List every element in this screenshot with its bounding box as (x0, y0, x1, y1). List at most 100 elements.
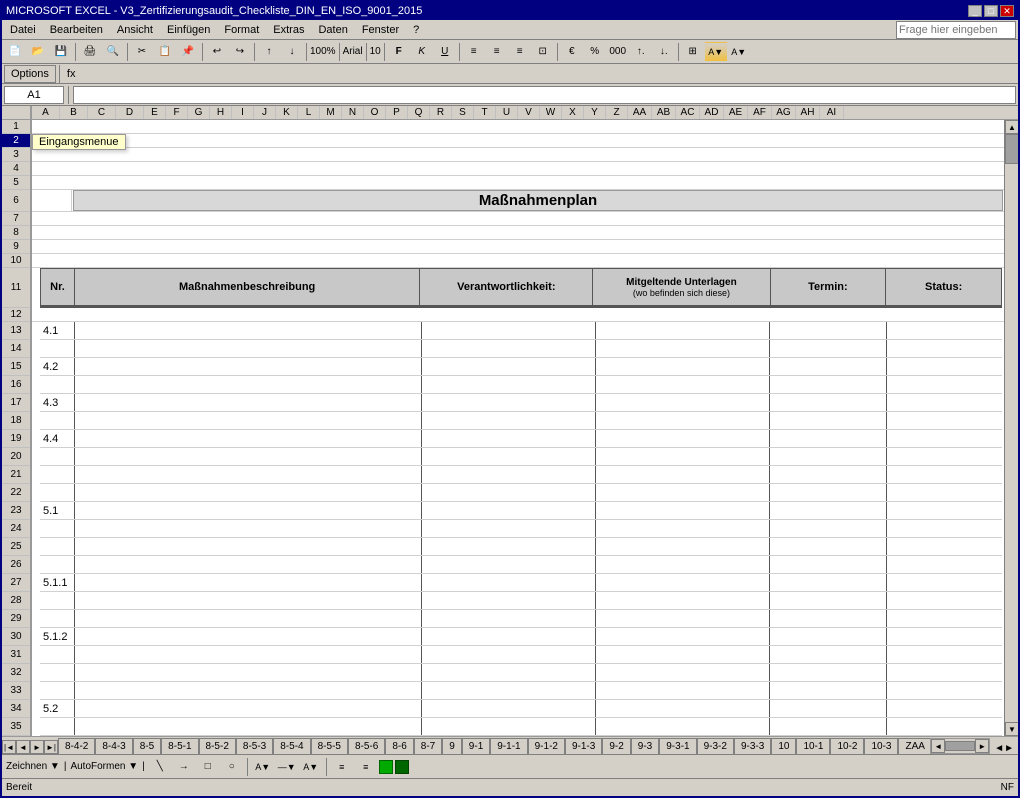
termin-cell-28[interactable] (770, 592, 886, 609)
nr-cell-14[interactable] (40, 340, 75, 357)
desc-cell-17[interactable] (75, 394, 422, 411)
termin-cell-27[interactable] (770, 574, 886, 591)
col-x[interactable]: X (562, 106, 584, 119)
menu-help[interactable]: ? (407, 22, 425, 38)
desc-cell-16[interactable] (75, 376, 422, 393)
mitgel-cell-19[interactable] (596, 430, 770, 447)
termin-cell-32[interactable] (770, 664, 886, 681)
mitgel-cell-21[interactable] (596, 466, 770, 483)
termin-cell-22[interactable] (770, 484, 886, 501)
verant-cell-35[interactable] (422, 718, 596, 735)
mitgel-cell-26[interactable] (596, 556, 770, 573)
sheet-tab-842[interactable]: 8-4-2 (58, 738, 95, 754)
rn-10[interactable]: 10 (2, 254, 30, 268)
nr-cell-23[interactable]: 5.1 (40, 502, 75, 519)
status-cell-35[interactable] (887, 718, 1002, 735)
termin-cell-29[interactable] (770, 610, 886, 627)
rn-23[interactable]: 23 (2, 502, 30, 520)
desc-cell-15[interactable] (75, 358, 422, 375)
status-cell-14[interactable] (887, 340, 1002, 357)
col-ac[interactable]: AC (676, 106, 700, 119)
close-button[interactable]: ✕ (1000, 5, 1014, 17)
termin-cell-16[interactable] (770, 376, 886, 393)
verant-cell-33[interactable] (422, 682, 596, 699)
fill-color2[interactable]: A▼ (252, 757, 274, 777)
verant-cell-30[interactable] (422, 628, 596, 645)
col-ae[interactable]: AE (724, 106, 748, 119)
rn-7[interactable]: 7 (2, 212, 30, 226)
desc-cell-14[interactable] (75, 340, 422, 357)
tab-nav-next[interactable]: ► (30, 740, 44, 754)
options-button[interactable]: Options (4, 65, 56, 83)
nr-cell-35[interactable] (40, 718, 75, 735)
col-h[interactable]: H (210, 106, 232, 119)
scroll-down[interactable]: ▼ (1005, 722, 1018, 736)
desc-cell-34[interactable] (75, 700, 422, 717)
col-z[interactable]: Z (606, 106, 628, 119)
status-cell-28[interactable] (887, 592, 1002, 609)
vscrollbar[interactable]: ▲ ▼ (1004, 120, 1018, 736)
rn-32[interactable]: 32 (2, 664, 30, 682)
status-cell-26[interactable] (887, 556, 1002, 573)
hscroll-left[interactable]: ◄ (931, 739, 945, 753)
termin-cell-25[interactable] (770, 538, 886, 555)
merge-btn[interactable]: ⊡ (532, 42, 554, 62)
hscroll-right[interactable]: ► (975, 739, 989, 753)
status-cell-31[interactable] (887, 646, 1002, 663)
menu-einfügen[interactable]: Einfügen (161, 22, 216, 38)
col-af[interactable]: AF (748, 106, 772, 119)
verant-cell-29[interactable] (422, 610, 596, 627)
menu-bearbeiten[interactable]: Bearbeiten (44, 22, 109, 38)
font-color2[interactable]: A▼ (300, 757, 322, 777)
sheet-tab-933[interactable]: 9-3-3 (734, 738, 771, 754)
copy-button[interactable]: 📋 (154, 42, 176, 62)
rn-1[interactable]: 1 (2, 120, 30, 134)
termin-cell-14[interactable] (770, 340, 886, 357)
mitgel-cell-22[interactable] (596, 484, 770, 501)
menu-ansicht[interactable]: Ansicht (111, 22, 159, 38)
print-button[interactable]: 🖨 (79, 42, 101, 62)
rn-31[interactable]: 31 (2, 646, 30, 664)
status-cell-16[interactable] (887, 376, 1002, 393)
sort-desc[interactable]: ↓ (281, 42, 303, 62)
termin-cell-33[interactable] (770, 682, 886, 699)
verant-cell-16[interactable] (422, 376, 596, 393)
rn-15[interactable]: 15 (2, 358, 30, 376)
desc-cell-26[interactable] (75, 556, 422, 573)
minimize-button[interactable]: _ (968, 5, 982, 17)
desc-cell-28[interactable] (75, 592, 422, 609)
rn-24[interactable]: 24 (2, 520, 30, 538)
nr-cell-21[interactable] (40, 466, 75, 483)
dec-inc[interactable]: ↑. (630, 42, 652, 62)
currency-btn[interactable]: € (561, 42, 583, 62)
rn-12[interactable]: 12 (2, 308, 30, 322)
rn-14[interactable]: 14 (2, 340, 30, 358)
rn-25[interactable]: 25 (2, 538, 30, 556)
underline-button[interactable]: U (434, 42, 456, 62)
verant-cell-20[interactable] (422, 448, 596, 465)
sheet-tab-856[interactable]: 8-5-6 (348, 738, 385, 754)
sheet-tab-932[interactable]: 9-3-2 (697, 738, 734, 754)
col-aa[interactable]: AA (628, 106, 652, 119)
mitgel-cell-33[interactable] (596, 682, 770, 699)
menu-datei[interactable]: Datei (4, 22, 42, 38)
verant-cell-25[interactable] (422, 538, 596, 555)
mitgel-cell-28[interactable] (596, 592, 770, 609)
termin-cell-13[interactable] (770, 322, 886, 339)
rn-30[interactable]: 30 (2, 628, 30, 646)
desc-cell-13[interactable] (75, 322, 422, 339)
rn-11[interactable]: 11 (2, 268, 30, 308)
mitgel-cell-35[interactable] (596, 718, 770, 735)
rn-18[interactable]: 18 (2, 412, 30, 430)
nr-cell-31[interactable] (40, 646, 75, 663)
col-y[interactable]: Y (584, 106, 606, 119)
col-i[interactable]: I (232, 106, 254, 119)
status-cell-29[interactable] (887, 610, 1002, 627)
scroll-track[interactable] (1005, 134, 1018, 722)
mitgel-cell-23[interactable] (596, 502, 770, 519)
desc-cell-32[interactable] (75, 664, 422, 681)
align-center[interactable]: ≡ (486, 42, 508, 62)
col-n[interactable]: N (342, 106, 364, 119)
status-cell-27[interactable] (887, 574, 1002, 591)
desc-cell-29[interactable] (75, 610, 422, 627)
